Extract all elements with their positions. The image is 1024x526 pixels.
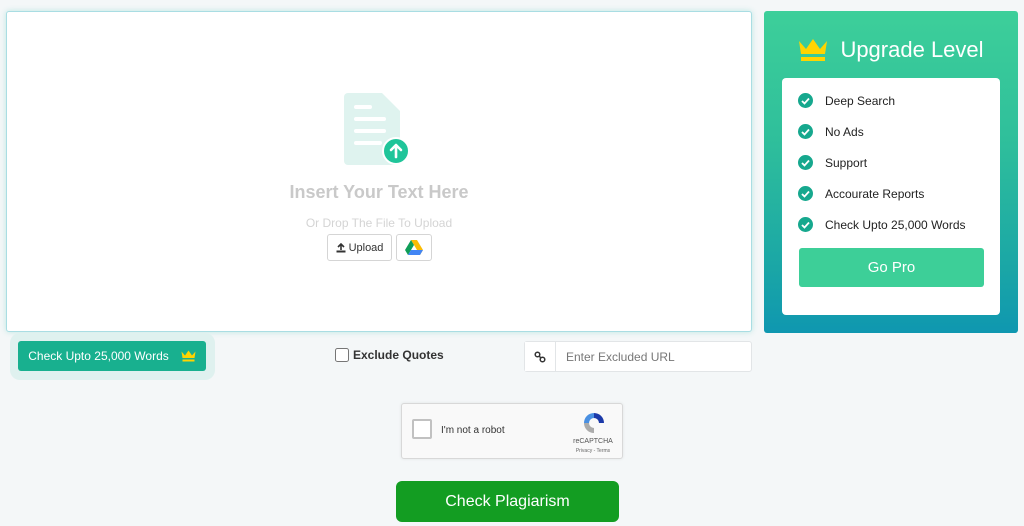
feature-item: Accourate Reports (798, 186, 924, 201)
recaptcha-logo-icon (584, 413, 604, 433)
check-circle-icon (798, 155, 813, 170)
recaptcha-label: I'm not a robot (441, 425, 505, 436)
upgrade-features-card: Deep Search No Ads Support Accourate Rep… (782, 78, 1000, 315)
exclude-quotes-checkbox[interactable] (335, 348, 349, 362)
document-upload-icon (344, 93, 410, 165)
go-pro-button[interactable]: Go Pro (799, 248, 984, 287)
excluded-url-group (524, 341, 752, 372)
upload-button[interactable]: Upload (327, 234, 392, 261)
feature-item: Support (798, 155, 867, 170)
upgrade-panel: Upgrade Level Deep Search No Ads Support… (764, 11, 1018, 333)
upload-label: Upload (348, 241, 384, 254)
check-circle-icon (798, 217, 813, 232)
check-plagiarism-button[interactable]: Check Plagiarism (396, 481, 619, 522)
exclude-quotes-option[interactable]: Exclude Quotes (335, 348, 444, 362)
word-limit-container: Check Upto 25,000 Words (10, 333, 215, 380)
feature-item: Deep Search (798, 93, 895, 108)
recaptcha-checkbox[interactable] (412, 419, 432, 439)
feature-item: Check Upto 25,000 Words (798, 217, 966, 232)
check-circle-icon (798, 124, 813, 139)
feature-label: Deep Search (825, 93, 896, 108)
word-limit-label: Check Upto 25,000 Words (28, 349, 169, 363)
check-circle-icon (798, 186, 813, 201)
drop-file-hint: Or Drop The File To Upload (305, 216, 453, 230)
excluded-url-input[interactable] (556, 342, 751, 371)
upgrade-title: Upgrade Level (840, 37, 984, 62)
exclude-quotes-label: Exclude Quotes (353, 348, 444, 362)
feature-item: No Ads (798, 124, 864, 139)
upload-icon (336, 242, 346, 252)
google-drive-icon (405, 239, 423, 255)
feature-label: Accourate Reports (825, 186, 925, 201)
feature-label: Check Upto 25,000 Words (825, 217, 966, 232)
word-limit-button[interactable]: Check Upto 25,000 Words (18, 341, 206, 371)
crown-icon (181, 350, 196, 362)
recaptcha-widget: I'm not a robot reCAPTCHA Privacy - Term… (401, 403, 623, 459)
crown-icon (799, 39, 828, 61)
check-circle-icon (798, 93, 813, 108)
google-drive-button[interactable] (396, 234, 432, 261)
insert-text-title: Insert Your Text Here (289, 182, 469, 202)
link-icon (525, 342, 556, 371)
text-input-area[interactable]: Insert Your Text Here Or Drop The File T… (6, 11, 752, 332)
feature-label: Support (825, 155, 868, 170)
feature-label: No Ads (825, 124, 864, 139)
recaptcha-brand: reCAPTCHA (573, 438, 613, 445)
recaptcha-links[interactable]: Privacy - Terms (564, 448, 622, 454)
